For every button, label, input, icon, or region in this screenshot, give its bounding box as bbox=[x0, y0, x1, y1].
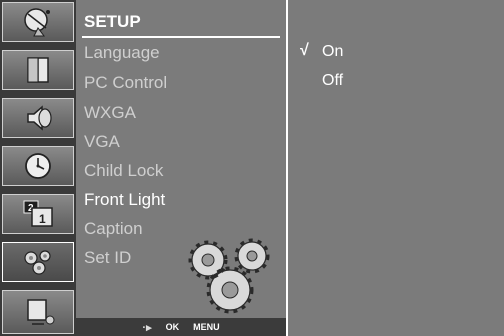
sidebar-item-channel[interactable] bbox=[2, 2, 74, 42]
ok-hint[interactable]: OK bbox=[166, 322, 180, 332]
sidebar-item-sound[interactable] bbox=[2, 98, 74, 138]
pc-input-icon bbox=[27, 299, 55, 325]
menu-item-language[interactable]: Language bbox=[84, 41, 160, 65]
setup-menu: SETUP Language PC Control WXGA VGA Child… bbox=[76, 0, 286, 336]
option-off[interactable]: Off bbox=[322, 72, 343, 90]
gears-decoration-icon bbox=[188, 238, 270, 314]
menu-item-child-lock[interactable]: Child Lock bbox=[84, 159, 163, 183]
clock-icon bbox=[25, 153, 51, 179]
sidebar-item-pip[interactable]: 2 1 bbox=[2, 194, 74, 234]
option-on[interactable]: On bbox=[322, 43, 343, 61]
check-mark-icon: √ bbox=[300, 42, 309, 59]
menu-item-caption[interactable]: Caption bbox=[84, 217, 143, 241]
menu-hint[interactable]: MENU bbox=[193, 322, 220, 332]
menu-item-set-id[interactable]: Set ID bbox=[84, 246, 131, 270]
sidebar: 2 1 bbox=[0, 0, 76, 336]
menu-item-wxga[interactable]: WXGA bbox=[84, 101, 136, 125]
sidebar-item-picture[interactable] bbox=[2, 50, 74, 90]
sound-icon bbox=[27, 105, 52, 131]
options-panel: √ On Off bbox=[288, 0, 504, 336]
setup-gears-icon bbox=[24, 250, 51, 275]
menu-item-vga[interactable]: VGA bbox=[84, 130, 120, 154]
title-divider bbox=[82, 36, 280, 38]
pip-icon: 2 1 bbox=[23, 200, 53, 227]
nav-arrows-icon: ·▸ bbox=[142, 321, 152, 334]
pip-inner-number: 1 bbox=[39, 212, 46, 226]
menu-item-pc-control[interactable]: PC Control bbox=[84, 71, 167, 95]
menu-footer: ·▸ OK MENU bbox=[76, 318, 286, 336]
sidebar-item-time[interactable] bbox=[2, 146, 74, 186]
menu-title: SETUP bbox=[84, 12, 141, 31]
satellite-dish-icon bbox=[24, 8, 50, 37]
picture-icon bbox=[27, 57, 49, 83]
menu-item-front-light[interactable]: Front Light bbox=[84, 188, 165, 212]
sidebar-item-setup[interactable] bbox=[2, 242, 74, 282]
sidebar-item-pc[interactable] bbox=[2, 290, 74, 334]
